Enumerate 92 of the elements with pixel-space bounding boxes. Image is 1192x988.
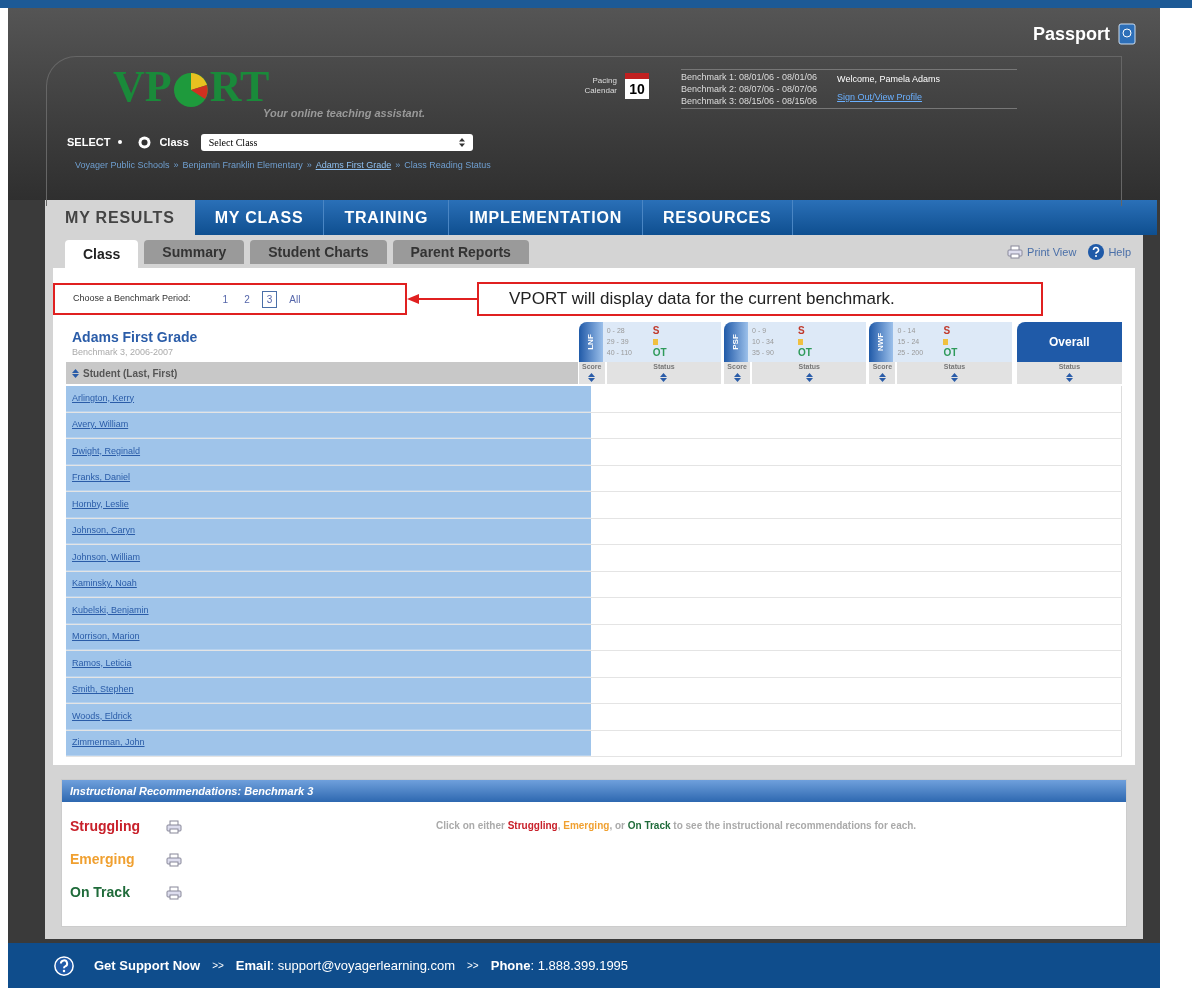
sort-icon[interactable] (588, 372, 596, 382)
breadcrumb-separator: » (306, 158, 312, 172)
status-code: S (943, 326, 951, 336)
sub-tab[interactable]: Class (65, 240, 139, 268)
breadcrumb-link[interactable]: Voyager Public Schools (75, 158, 170, 172)
footer-separator: >> (212, 959, 224, 973)
dropdown-arrows-icon (458, 137, 465, 147)
breadcrumb-separator: » (395, 158, 401, 172)
sort-icon[interactable] (733, 372, 741, 382)
printer-icon[interactable] (166, 852, 182, 867)
sort-icon[interactable] (951, 372, 959, 382)
sort-icon[interactable] (72, 368, 79, 378)
student-name-link[interactable]: Johnson, William (72, 550, 141, 564)
breadcrumb-separator: » (173, 158, 179, 172)
help-link[interactable]: Help (1088, 243, 1131, 260)
measure-name: LNF (584, 334, 596, 350)
printer-icon[interactable] (166, 819, 182, 834)
benchmark-period-option[interactable]: 1 (218, 291, 233, 307)
student-column-header[interactable]: Student (Last, First) (66, 362, 578, 384)
measure-name: PSF (730, 334, 742, 350)
sort-icon[interactable] (660, 372, 668, 382)
class-name: Adams First Grade (72, 329, 199, 347)
sub-tab[interactable]: Student Charts (250, 240, 387, 264)
student-name-link[interactable]: Dwight, Reginald (72, 444, 141, 458)
welcome-text: Welcome, Pamela Adams (837, 73, 940, 86)
student-name-link[interactable]: Morrison, Marion (72, 630, 140, 644)
passport-book-icon (1118, 23, 1136, 45)
student-name-link[interactable]: Hornby, Leslie (72, 497, 129, 511)
tagline: Your online teaching assistant. (263, 106, 427, 121)
student-name-link[interactable]: Zimmerman, John (72, 736, 145, 750)
printer-icon[interactable] (1007, 244, 1024, 259)
callout-arrow (407, 294, 477, 304)
breadcrumb-link[interactable]: Class Reading Status (404, 158, 491, 172)
status-code: OT (798, 348, 812, 358)
footer-separator: >> (467, 959, 479, 973)
status-code: S (798, 326, 805, 336)
recommendations-header: Instructional Recommendations: Benchmark 3 (62, 780, 1126, 802)
sign-out-link[interactable]: Sign Out (837, 90, 873, 104)
status-code: OT (652, 348, 667, 358)
status-code: OT (943, 348, 958, 358)
calendar-button[interactable]: 10 (625, 73, 649, 99)
class-subtitle: Benchmark 3, 2006-2007 (72, 346, 175, 358)
student-name-link[interactable]: Franks, Daniel (72, 471, 131, 485)
contact-text: Phone: 1.888.399.1995 (490, 956, 629, 975)
sort-icon[interactable] (878, 372, 886, 382)
class-option-label: Class (159, 134, 189, 150)
radio-icon[interactable] (138, 135, 152, 149)
benchmark-period-option[interactable]: 2 (240, 291, 254, 307)
annotation-callout: VPORT will display data for the current benchmark. (477, 282, 1043, 316)
level-link[interactable]: On Track (70, 882, 150, 903)
student-name-link[interactable]: Kubelski, Benjamin (72, 603, 149, 617)
pacing-calendar-label: Pacing Calendar (583, 76, 617, 96)
sub-tab[interactable]: Parent Reports (392, 240, 529, 264)
level-link[interactable]: Struggling (70, 816, 150, 837)
benchmark-dates: Benchmark 3: 08/15/06 - 08/15/06 (681, 95, 818, 107)
nav-tab[interactable]: MY RESULTS (45, 200, 195, 235)
benchmark-period-selector: Choose a Benchmark Period: 1 2 3 All (53, 283, 407, 315)
measure-name: NWF (875, 332, 887, 352)
breadcrumb-link[interactable]: Benjamin Franklin Elementary (182, 158, 303, 172)
student-name-link[interactable]: Kaminsky, Noah (72, 577, 137, 591)
breadcrumb-link[interactable]: Adams First Grade (315, 158, 392, 172)
support-title: Get Support Now (94, 956, 201, 975)
contact-text: Email: support@voyagerlearning.com (235, 956, 456, 975)
logo-text: VP (113, 65, 172, 109)
student-name-link[interactable]: Smith, Stephen (72, 683, 134, 697)
student-name-link[interactable]: Woods, Eldrick (72, 709, 132, 723)
student-name-link[interactable]: Ramos, Leticia (72, 656, 132, 670)
bullet-icon (118, 140, 123, 144)
class-select[interactable]: Select Class (200, 133, 473, 151)
benchmark-period-option[interactable]: All (285, 291, 305, 307)
sub-tab[interactable]: Summary (144, 240, 245, 264)
pie-chart-logo-icon (171, 71, 210, 109)
benchmark-dates: Benchmark 1: 08/01/06 - 08/01/06 (681, 71, 818, 83)
help-icon[interactable] (54, 955, 74, 976)
printer-icon[interactable] (166, 885, 182, 900)
student-name-link[interactable]: Johnson, Caryn (72, 524, 136, 538)
brand-title: Passport (1032, 23, 1110, 46)
link-separator: / (872, 90, 875, 104)
benchmark-period-option[interactable]: 3 (261, 290, 278, 308)
student-name-link[interactable]: Arlington, Kerry (72, 391, 135, 405)
sort-icon[interactable] (805, 372, 813, 382)
logo-text: RT (209, 65, 270, 109)
sort-icon[interactable] (1065, 372, 1073, 382)
benchmark-dates: Benchmark 2: 08/07/06 - 08/07/06 (681, 83, 818, 95)
overall-header: Overall (1016, 322, 1122, 362)
recommendations-hint: Click on either Struggling, Emerging, or On Track to see the instructional recommendations for each. (436, 819, 918, 833)
help-icon[interactable] (1088, 243, 1105, 260)
view-profile-link[interactable]: View Profile (874, 90, 922, 104)
print-view-link[interactable]: Print View (1007, 243, 1077, 260)
student-name-link[interactable]: Avery, William (72, 418, 129, 432)
status-code: S (652, 326, 660, 336)
select-label: SELECT (67, 134, 111, 150)
